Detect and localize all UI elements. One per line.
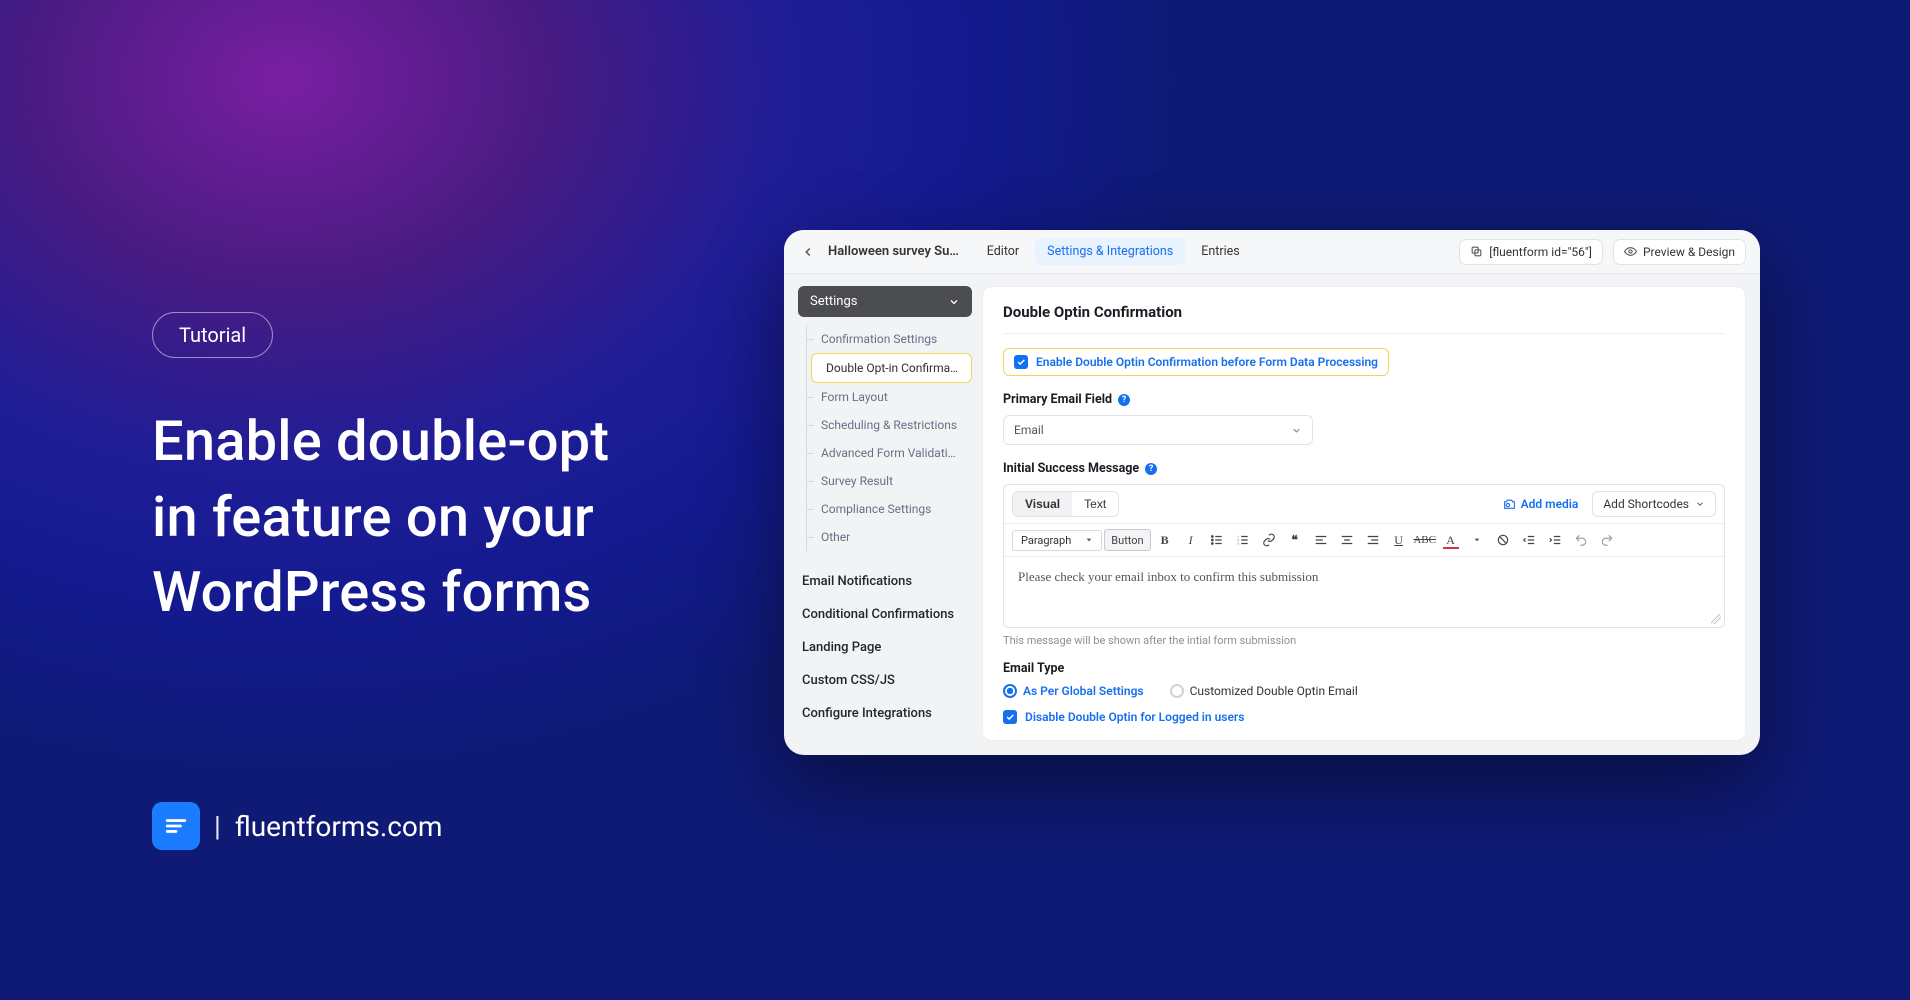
sidebar-item-double-optin[interactable]: Double Opt-in Confirma…: [811, 353, 972, 383]
sidebar-item-confirmation-settings[interactable]: Confirmation Settings: [807, 325, 972, 353]
enable-double-optin-checkbox[interactable]: Enable Double Optin Confirmation before …: [1003, 348, 1389, 376]
editor-textarea[interactable]: Please check your email inbox to confirm…: [1004, 557, 1724, 627]
align-right-icon[interactable]: [1361, 529, 1385, 551]
underline-icon[interactable]: U: [1387, 529, 1411, 551]
initial-success-label: Initial Success Message ?: [1003, 461, 1725, 476]
caret-down-icon: [1085, 536, 1093, 544]
back-button[interactable]: [798, 242, 818, 262]
sidebar-link-email-notifications[interactable]: Email Notifications: [798, 565, 972, 598]
numbered-list-icon[interactable]: 123: [1231, 529, 1255, 551]
app-window: Halloween survey Su… Editor Settings & I…: [784, 230, 1760, 755]
radio-unchecked-icon: [1170, 684, 1184, 698]
tab-editor[interactable]: Editor: [975, 238, 1031, 265]
sidebar-item-form-layout[interactable]: Form Layout: [807, 383, 972, 411]
insert-button-tool[interactable]: Button: [1104, 529, 1150, 551]
sidebar-link-conditional-confirmations[interactable]: Conditional Confirmations: [798, 598, 972, 631]
info-icon[interactable]: ?: [1118, 394, 1130, 406]
sidebar-group-settings[interactable]: Settings: [798, 286, 972, 317]
sidebar-link-configure-integrations[interactable]: Configure Integrations: [798, 697, 972, 730]
radio-checked-icon: [1003, 684, 1017, 698]
copy-icon: [1470, 245, 1483, 258]
info-icon[interactable]: ?: [1145, 463, 1157, 475]
editor-mode-segmented: Visual Text: [1012, 491, 1119, 517]
paragraph-select[interactable]: Paragraph: [1012, 530, 1102, 551]
text-color-picker-icon[interactable]: [1465, 529, 1489, 551]
bold-icon[interactable]: B: [1153, 529, 1177, 551]
sidebar-item-other[interactable]: Other: [807, 523, 972, 551]
preview-design-button[interactable]: Preview & Design: [1613, 239, 1746, 265]
outdent-icon[interactable]: [1517, 529, 1541, 551]
add-shortcodes-button[interactable]: Add Shortcodes: [1592, 491, 1716, 517]
tutorial-badge: Tutorial: [152, 312, 273, 358]
align-left-icon[interactable]: [1309, 529, 1333, 551]
editor-toolbar: Paragraph Button B I 123 ❝ U: [1004, 524, 1724, 557]
checkbox-checked-icon: [1014, 355, 1028, 369]
primary-email-select[interactable]: Email: [1003, 415, 1313, 445]
sidebar-item-scheduling[interactable]: Scheduling & Restrictions: [807, 411, 972, 439]
undo-icon[interactable]: [1569, 529, 1593, 551]
chevron-down-icon: [1695, 499, 1705, 509]
strikethrough-icon[interactable]: ABC: [1413, 529, 1437, 551]
sidebar-item-compliance[interactable]: Compliance Settings: [807, 495, 972, 523]
editor-helper-text: This message will be shown after the int…: [1003, 634, 1725, 647]
eye-icon: [1624, 245, 1637, 258]
brand: | fluentforms.com: [152, 802, 442, 850]
editor-tab-text[interactable]: Text: [1072, 492, 1118, 516]
chevron-down-icon: [948, 296, 960, 308]
media-icon: [1503, 498, 1516, 511]
sidebar-link-landing-page[interactable]: Landing Page: [798, 631, 972, 664]
sidebar-item-survey-result[interactable]: Survey Result: [807, 467, 972, 495]
redo-icon[interactable]: [1595, 529, 1619, 551]
clear-format-icon[interactable]: [1491, 529, 1515, 551]
editor-tab-visual[interactable]: Visual: [1013, 492, 1072, 516]
form-title: Halloween survey Su…: [828, 244, 959, 259]
chevron-down-icon: [1291, 425, 1302, 436]
add-media-button[interactable]: Add media: [1495, 493, 1587, 515]
disable-logged-in-checkbox[interactable]: Disable Double Optin for Logged in users: [1003, 710, 1725, 724]
text-color-icon[interactable]: A: [1439, 529, 1463, 551]
italic-icon[interactable]: I: [1179, 529, 1203, 551]
radio-customized-email[interactable]: Customized Double Optin Email: [1170, 684, 1358, 698]
link-icon[interactable]: [1257, 529, 1281, 551]
primary-email-label: Primary Email Field ?: [1003, 392, 1725, 407]
svg-text:3: 3: [1237, 542, 1239, 546]
email-type-label: Email Type: [1003, 661, 1725, 676]
blockquote-icon[interactable]: ❝: [1283, 529, 1307, 551]
headline: Enable double-opt in feature on your Wor…: [152, 404, 609, 631]
fluentforms-logo-icon: [152, 802, 200, 850]
sidebar-link-custom-css-js[interactable]: Custom CSS/JS: [798, 664, 972, 697]
align-center-icon[interactable]: [1335, 529, 1359, 551]
radio-global-settings[interactable]: As Per Global Settings: [1003, 684, 1144, 698]
checkbox-checked-icon: [1003, 710, 1017, 724]
resize-handle-icon[interactable]: [1711, 614, 1721, 624]
tab-settings-integrations[interactable]: Settings & Integrations: [1035, 238, 1185, 265]
shortcode-chip[interactable]: [fluentform id="56"]: [1459, 239, 1603, 265]
indent-icon[interactable]: [1543, 529, 1567, 551]
panel-heading: Double Optin Confirmation: [1003, 303, 1725, 334]
bullet-list-icon[interactable]: [1205, 529, 1229, 551]
sidebar-item-advanced-validation[interactable]: Advanced Form Validati…: [807, 439, 972, 467]
tab-entries[interactable]: Entries: [1189, 238, 1251, 265]
